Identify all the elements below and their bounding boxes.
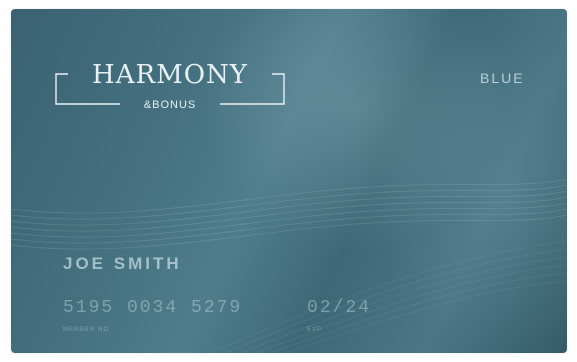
brand-logo: HARMONY &BONUS (54, 60, 286, 118)
member-number: 5195 0034 5279 (63, 298, 243, 318)
brand-subtitle: &BONUS (143, 99, 197, 111)
expiry-label: EXP (307, 327, 323, 333)
expiry-date: 02/24 (307, 298, 372, 318)
card-holder-name: JOE SMITH (63, 254, 182, 273)
card-tier: BLUE (480, 70, 525, 86)
member-number-label: MEMBER NO (63, 327, 110, 333)
brand-name: HARMONY (92, 60, 248, 90)
loyalty-card: HARMONY &BONUS BLUE JOE SMITH 5195 0034 … (11, 9, 567, 353)
